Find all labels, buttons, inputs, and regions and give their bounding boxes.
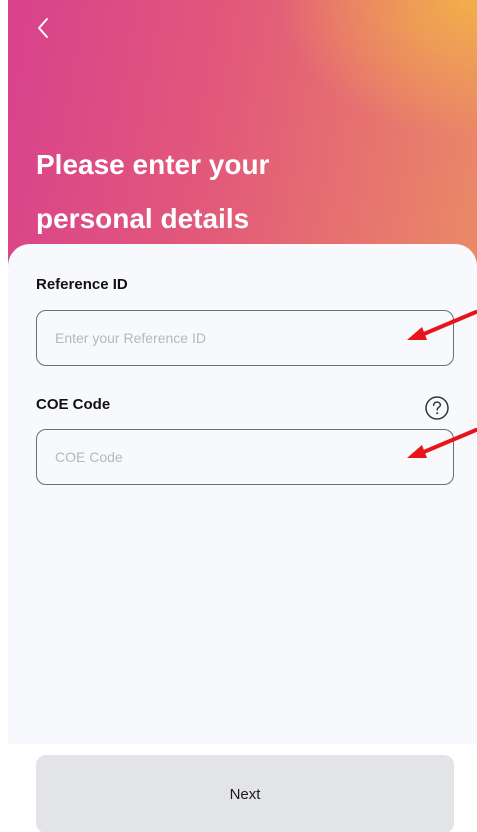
screen: Please enter your personal details Refer… (0, 0, 477, 832)
coe-help-button[interactable] (424, 395, 450, 421)
reference-id-label: Reference ID (36, 276, 128, 293)
page-title: Please enter your personal details (36, 149, 270, 234)
chevron-left-icon (38, 18, 48, 38)
reference-id-input[interactable] (36, 310, 454, 366)
coe-code-input[interactable] (36, 429, 454, 485)
coe-code-label: COE Code (36, 396, 111, 413)
next-button[interactable]: Next (36, 755, 454, 832)
back-button[interactable] (30, 10, 60, 46)
question-circle-icon (425, 396, 449, 420)
